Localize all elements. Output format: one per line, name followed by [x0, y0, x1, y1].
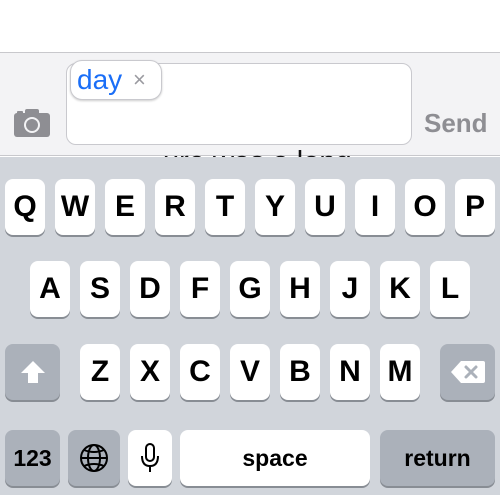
key-y[interactable]: Y — [255, 179, 295, 235]
key-t[interactable]: T — [205, 179, 245, 235]
shift-icon — [20, 361, 45, 383]
key-x[interactable]: X — [130, 344, 170, 400]
key-u[interactable]: U — [305, 179, 345, 235]
microphone-icon — [141, 443, 159, 472]
key-w[interactable]: W — [55, 179, 95, 235]
delete-key[interactable] — [440, 344, 495, 400]
key-q[interactable]: Q — [5, 179, 45, 235]
autocorrect-suggestion[interactable]: day — [77, 62, 122, 98]
camera-button[interactable] — [12, 106, 52, 138]
key-l[interactable]: L — [430, 261, 470, 317]
autocorrect-bubble[interactable]: day × — [70, 60, 162, 100]
key-j[interactable]: J — [330, 261, 370, 317]
key-p[interactable]: P — [455, 179, 495, 235]
key-g[interactable]: G — [230, 261, 270, 317]
key-d[interactable]: D — [130, 261, 170, 317]
key-n[interactable]: N — [330, 344, 370, 400]
key-a[interactable]: A — [30, 261, 70, 317]
key-h[interactable]: H — [280, 261, 320, 317]
space-key[interactable]: space — [180, 430, 370, 486]
globe-icon — [80, 444, 108, 472]
globe-key[interactable] — [68, 430, 120, 486]
keyboard: Q W E R T Y U I O P A S D F G H J K L Z … — [0, 157, 500, 495]
key-i[interactable]: I — [355, 179, 395, 235]
close-icon[interactable]: × — [133, 65, 146, 95]
key-z[interactable]: Z — [80, 344, 120, 400]
numbers-key[interactable]: 123 — [5, 430, 60, 486]
send-button[interactable]: Send — [424, 106, 488, 140]
key-k[interactable]: K — [380, 261, 420, 317]
shift-key[interactable] — [5, 344, 60, 400]
return-key[interactable]: return — [380, 430, 495, 486]
key-m[interactable]: M — [380, 344, 420, 400]
key-b[interactable]: B — [280, 344, 320, 400]
key-e[interactable]: E — [105, 179, 145, 235]
microphone-key[interactable] — [128, 430, 172, 486]
key-v[interactable]: V — [230, 344, 270, 400]
delete-icon — [450, 361, 485, 383]
key-r[interactable]: R — [155, 179, 195, 235]
key-c[interactable]: C — [180, 344, 220, 400]
key-f[interactable]: F — [180, 261, 220, 317]
conversation-area — [0, 0, 500, 52]
camera-icon — [14, 109, 50, 137]
key-s[interactable]: S — [80, 261, 120, 317]
key-o[interactable]: O — [405, 179, 445, 235]
